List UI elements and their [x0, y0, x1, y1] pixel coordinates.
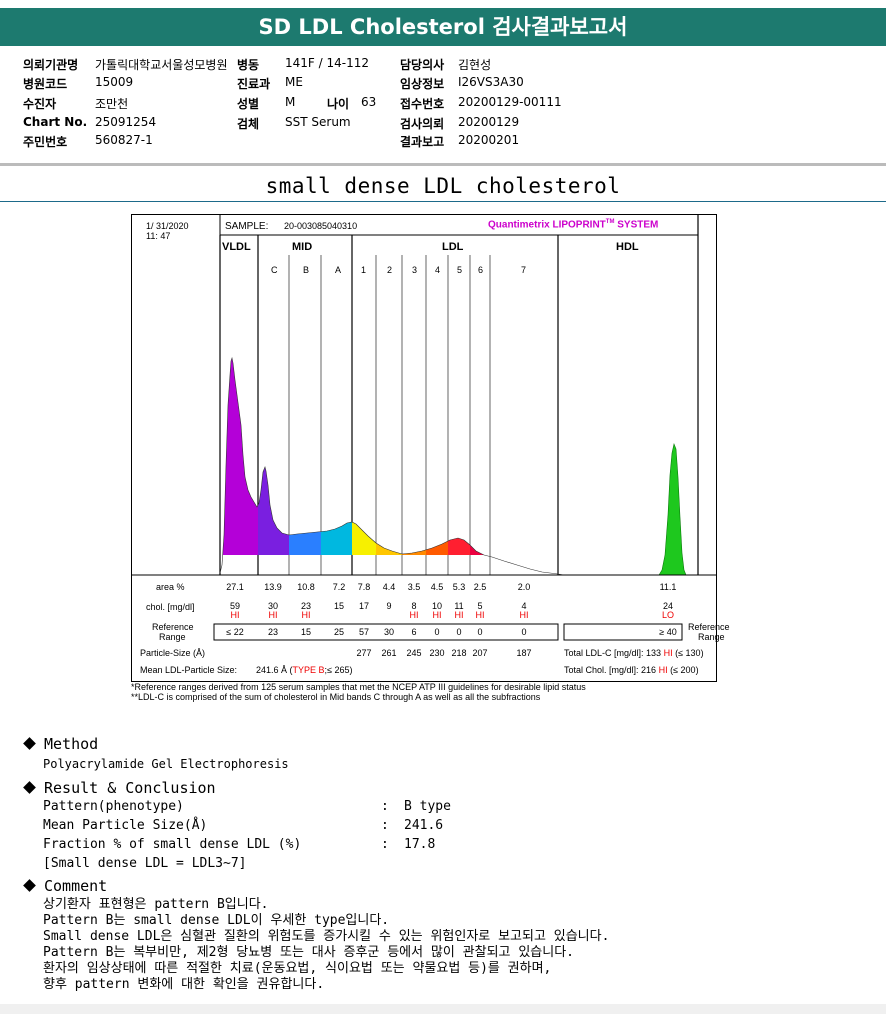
row-label-range-right: Range [698, 632, 725, 642]
row-label-reference-right: Reference [688, 622, 730, 632]
reference-value: 0 [477, 627, 483, 637]
hdl-peak [658, 442, 687, 576]
total-chol: Total Chol. [mg/dl]: 216 HI (≤ 200) [564, 665, 699, 675]
group-vldl: VLDL [222, 241, 251, 253]
curve-fill-c [258, 467, 289, 555]
info-report-date: 결과보고 20200201 [400, 133, 520, 149]
diamond-bullet-icon [23, 879, 36, 892]
info-sex: 성별 M [237, 95, 296, 111]
band-label: 1 [361, 265, 367, 275]
particle-size-value: 207 [472, 648, 488, 658]
comment-line: Small dense LDL은 심혈관 질환의 위험도를 증가시킬 수 있는 … [43, 929, 610, 944]
row-label-particle-size: Particle-Size (Å) [140, 648, 206, 658]
row-label-range: Range [159, 632, 186, 642]
band-label: 3 [412, 265, 418, 275]
result-label: Fraction % of small dense LDL (%) [43, 837, 302, 852]
chol-flag: HI [301, 610, 311, 620]
footnote-1: *Reference ranges derived from 125 serum… [131, 682, 586, 692]
method-text: Polyacrylamide Gel Electrophoresis [43, 757, 289, 771]
comment-line: 환자의 임상상태에 따른 적절한 치료(운동요법, 식이요법 또는 약물요법 등… [43, 961, 552, 976]
comment-line: 향후 pattern 변화에 대한 확인을 권유합니다. [43, 977, 325, 992]
chol-flag: HI [475, 610, 485, 620]
area-value: 2.5 [473, 582, 487, 592]
group-ldl: LDL [442, 241, 464, 253]
total-ldl: Total LDL-C [mg/dl]: 133 HI (≤ 130) [564, 648, 704, 658]
comment-heading: Comment [22, 877, 107, 895]
info-ward: 병동 141F / 14-112 [237, 56, 369, 72]
area-value: 10.8 [297, 582, 315, 592]
band-separators [288, 255, 491, 575]
result-sep: : [381, 837, 389, 852]
info-patient-name: 수진자 조만천 [23, 97, 129, 111]
row-label-chol: chol. [mg/dl] [146, 602, 195, 612]
reference-value: ≥ 40 [659, 627, 677, 637]
result-heading: Result & Conclusion [22, 779, 216, 797]
result-value: 17.8 [404, 837, 436, 852]
result-note: [Small dense LDL = LDL3~7] [43, 856, 247, 871]
band-label: 7 [521, 265, 527, 275]
band-label: B [303, 265, 310, 275]
report-subtitle: small dense LDL cholesterol [265, 174, 621, 198]
info-clinical: 임상정보 I26VS3A30 [400, 75, 524, 91]
info-request-date: 검사의뢰 20200129 [400, 115, 520, 131]
footnote-2: **LDL-C is comprised of the sum of chole… [131, 692, 541, 702]
band-label: C [271, 265, 278, 275]
info-institution: 의뢰기관명 가톨릭대학교서울성모병원 [23, 58, 228, 72]
chol-flag: HI [230, 610, 240, 620]
info-specimen: 검체 SST Serum [237, 115, 351, 131]
particle-size-value: 187 [516, 648, 532, 658]
band-label: 2 [387, 265, 393, 275]
info-resident-no: 주민번호 560827-1 [23, 133, 153, 149]
area-value: 11.1 [659, 582, 677, 592]
comment-line: 상기환자 표현형은 pattern B입니다. [43, 897, 269, 912]
info-age: 나이 63 [327, 95, 377, 111]
band-label: 4 [435, 265, 441, 275]
row-label-area: area % [156, 582, 185, 592]
diamond-bullet-icon [23, 781, 36, 794]
result-value: B type [404, 799, 451, 814]
reference-value: ≤ 22 [226, 627, 244, 637]
chol-flag: HI [268, 610, 278, 620]
lipoprint-panel: 1/ 31/2020 11: 47 SAMPLE: 20-00308504031… [131, 214, 730, 682]
info-chart-no: Chart No. 25091254 [23, 115, 157, 129]
diamond-bullet-icon [23, 737, 36, 750]
result-value: 241.6 [404, 818, 444, 833]
area-value: 27.1 [226, 582, 244, 592]
reference-value: 23 [267, 627, 278, 637]
result-label: Mean Particle Size(Å) [43, 818, 208, 833]
info-doctor: 담당의사 김현성 [400, 58, 492, 72]
result-label: Pattern(phenotype) [43, 799, 184, 814]
divider [0, 201, 886, 202]
area-value: 2.0 [517, 582, 531, 592]
result-sep: : [381, 799, 389, 814]
method-heading: Method [22, 735, 98, 753]
chol-flag: HI [519, 610, 529, 620]
info-hospital-code: 병원코드 15009 [23, 75, 134, 91]
reference-value: 0 [521, 627, 527, 637]
report-page: SD LDL Cholesterol 검사결과보고서 의뢰기관명 가톨릭대학교서울… [0, 0, 886, 1004]
band-label: A [335, 265, 342, 275]
row-label-reference: Reference [152, 622, 194, 632]
result-sep: : [381, 818, 389, 833]
chol-flag: LO [661, 610, 674, 620]
area-value: 13.9 [264, 582, 282, 592]
reference-value: 15 [300, 627, 311, 637]
group-hdl: HDL [616, 241, 639, 253]
divider [0, 163, 886, 166]
band-label: 5 [457, 265, 463, 275]
band-label: 6 [478, 265, 484, 275]
mean-particle-value: 241.6 Å (TYPE B;≤ 265) [256, 665, 353, 675]
comment-line: Pattern B는 복부비만, 제2형 당뇨병 또는 대사 증후군 등에서 많… [43, 945, 574, 960]
info-receipt-no: 접수번호 20200129-00111 [400, 95, 562, 111]
row-label-mean-particle: Mean LDL-Particle Size: [140, 665, 238, 675]
group-mid: MID [292, 241, 313, 253]
comment-line: Pattern B는 small dense LDL이 우세한 type입니다. [43, 913, 390, 928]
report-title: SD LDL Cholesterol 검사결과보고서 [0, 8, 886, 46]
info-department: 진료과 ME [237, 75, 303, 91]
